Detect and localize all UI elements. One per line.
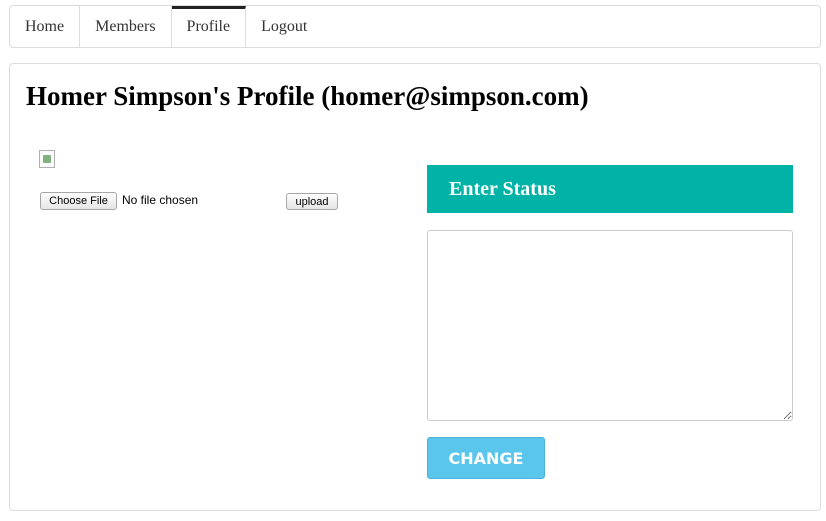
change-button[interactable]: CHANGE: [427, 437, 545, 479]
upload-button[interactable]: upload: [286, 193, 338, 210]
nav-list: Home Members Profile Logout: [10, 6, 322, 47]
file-status-text: No file chosen: [122, 193, 199, 207]
image-placeholder-icon: [43, 155, 51, 163]
nav-item-home[interactable]: Home: [10, 6, 81, 47]
nav-item-logout[interactable]: Logout: [246, 6, 322, 47]
status-textarea[interactable]: [427, 230, 793, 421]
choose-file-button[interactable]: Choose File: [40, 192, 117, 210]
status-header: Enter Status: [427, 165, 793, 213]
nav-item-profile[interactable]: Profile: [171, 6, 247, 47]
profile-panel: Homer Simpson's Profile (homer@simpson.c…: [9, 63, 821, 511]
page-title: Homer Simpson's Profile (homer@simpson.c…: [26, 81, 589, 111]
top-navbar: Home Members Profile Logout: [9, 5, 821, 48]
nav-item-members[interactable]: Members: [80, 6, 172, 47]
broken-image-icon: [39, 150, 55, 168]
